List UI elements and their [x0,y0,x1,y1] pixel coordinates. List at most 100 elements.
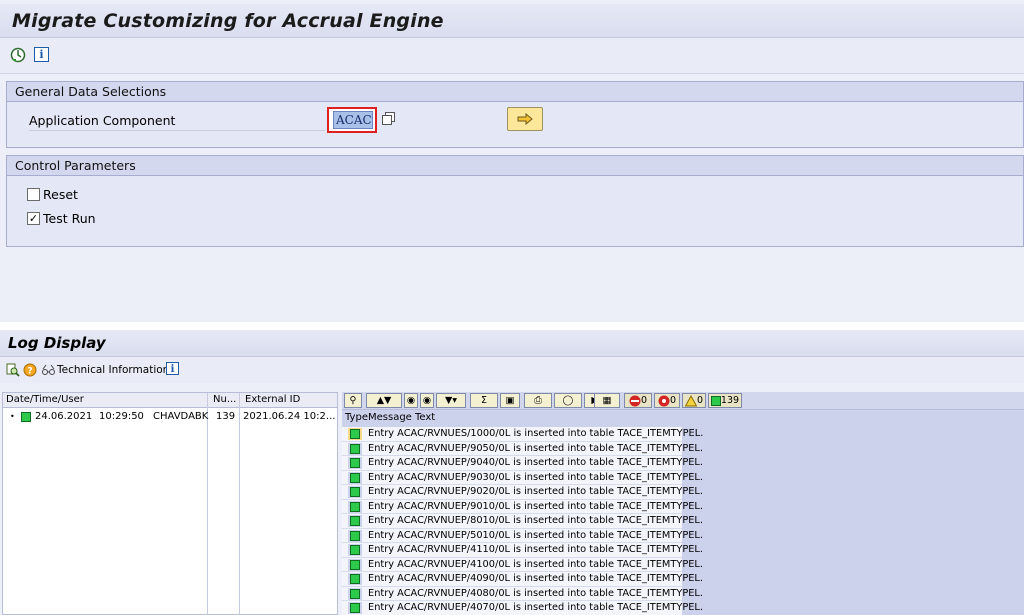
find-icon[interactable] [6,362,20,378]
message-text: Entry ACAC/RVNUEP/5010/0L is inserted in… [368,529,704,541]
success-status-icon [350,501,360,512]
message-row[interactable]: Entry ACAC/RVNUEP/4070/0L is inserted in… [342,601,703,615]
sort-ascending-descending-icon[interactable]: ▲▼ [366,393,402,408]
column-separator [239,393,240,615]
find-next-icon[interactable]: ◉ [420,393,434,408]
success-status-icon [350,458,360,468]
views-icon[interactable]: ◯ [554,393,582,408]
message-list-header: Type Message Text [342,412,1024,426]
application-component-input[interactable] [333,111,373,129]
entry-time: 10:29:50 [99,411,144,422]
message-row[interactable]: Entry ACAC/RVNUEP/4080/0L is inserted in… [342,586,703,601]
message-type-cell [348,457,362,469]
success-status-icon [350,429,360,439]
selection-screen: Migrate Customizing for Accrual Engine i… [0,0,1024,322]
success-status-icon [350,603,360,613]
general-data-selections-group: General Data Selections Application Comp… [6,81,1024,148]
info-icon[interactable]: i [166,362,179,375]
multiple-selection-arrow-button[interactable] [507,107,543,131]
filter-icon[interactable]: ▼▾ [436,393,466,408]
message-text: Entry ACAC/RVNUEP/9010/0L is inserted in… [368,500,704,512]
message-type-cell [348,500,362,513]
log-entry-row[interactable]: • 24.06.2021 10:29:50 CHAVDABK 139 2021.… [3,411,337,425]
sum-icon[interactable]: Σ [470,393,498,408]
message-row[interactable]: Entry ACAC/RVNUEP/4100/0L is inserted in… [342,557,703,572]
stop-counter-button[interactable]: 0 [624,393,652,408]
message-row[interactable]: Entry ACAC/RVNUEP/4090/0L is inserted in… [342,572,703,587]
message-row[interactable]: Entry ACAC/RVNUEP/4110/0L is inserted in… [342,543,703,558]
message-row[interactable]: Entry ACAC/RVNUEP/9010/0L is inserted in… [342,499,703,514]
message-row[interactable]: Entry ACAC/RVNUEP/8010/0L is inserted in… [342,514,703,529]
entry-external-id: 2021.06.24 10:2... [243,411,336,422]
success-status-icon [350,530,360,541]
application-component-label: Application Component [29,113,325,131]
message-row[interactable]: Entry ACAC/RVNUEP/9030/0L is inserted in… [342,470,703,485]
log-header-tree: Date/Time/User Nu... External ID • 24.06… [2,392,338,615]
message-text: Entry ACAC/RVNUEP/9050/0L is inserted in… [368,442,704,454]
success-status-icon [350,487,360,497]
column-external-id[interactable]: External ID [245,394,300,405]
message-type-cell [348,602,362,614]
error-counter-button[interactable]: 0 [654,393,680,408]
stop-icon [629,395,641,406]
log-title: Log Display [8,334,106,352]
message-row[interactable]: Entry ACAC/RVNUEP/5010/0L is inserted in… [342,528,703,543]
success-counter-button[interactable]: 139 [708,393,742,408]
message-type-cell [348,428,362,440]
application-component-field-frame [327,107,377,133]
message-row[interactable]: Entry ACAC/RVNUES/1000/0L is inserted in… [342,427,703,442]
warning-count: 0 [696,395,704,406]
print-icon[interactable]: ⎙ [524,393,552,408]
info-icon[interactable]: i [34,47,49,62]
success-status-icon [350,545,360,555]
message-row[interactable]: Entry ACAC/RVNUEP/9020/0L is inserted in… [342,485,703,500]
message-text: Entry ACAC/RVNUEP/4110/0L is inserted in… [368,544,704,555]
execute-clock-icon[interactable] [10,47,26,63]
warning-counter-button[interactable]: 0 [682,393,706,408]
subtotal-icon[interactable]: ▣ [500,393,520,408]
screen-separator [0,322,1024,330]
success-status-icon [350,516,360,526]
reset-option[interactable]: Reset [27,185,78,203]
message-row[interactable]: Entry ACAC/RVNUEP/9050/0L is inserted in… [342,441,703,456]
message-text: Entry ACAC/RVNUEP/8010/0L is inserted in… [368,515,704,526]
technical-information-button[interactable]: Technical Information [41,362,169,378]
message-text: Entry ACAC/RVNUEP/9030/0L is inserted in… [368,471,704,483]
layout-icon[interactable]: ▦ [594,393,620,408]
test-run-option[interactable]: ✓ Test Run [27,209,96,227]
success-status-icon [350,588,360,599]
message-text: Entry ACAC/RVNUEP/4080/0L is inserted in… [368,587,704,599]
success-status-icon [350,559,360,570]
success-status-icon [350,574,360,584]
column-message-text[interactable]: Message Text [368,412,435,423]
reset-checkbox[interactable] [27,187,40,201]
error-icon [658,395,670,406]
column-type[interactable]: Type [345,412,368,423]
message-type-cell [348,515,362,527]
reset-label: Reset [43,186,78,202]
message-text: Entry ACAC/RVNUEP/4100/0L is inserted in… [368,558,704,570]
column-date-time-user[interactable]: Date/Time/User [6,394,84,405]
log-title-bar: Log Display [0,330,1024,357]
test-run-checkbox[interactable]: ✓ [27,211,40,225]
help-icon[interactable]: ? [23,362,37,378]
multiple-selection-icon[interactable] [382,112,396,126]
details-icon[interactable]: ⚲ [344,393,362,408]
title-bar: Migrate Customizing for Accrual Engine [0,4,1024,38]
message-toolbar: ⚲ ▲▼ ◉ ◉ ▼▾ Σ ▣ ⎙ ◯ ▶ ▦ 0 0 0 [342,392,1024,410]
arrow-right-icon [517,113,533,125]
warning-icon [684,394,697,406]
stop-count: 0 [640,395,648,406]
control-parameters-group: Control Parameters Reset ✓ Test Run [6,155,1024,247]
message-text: Entry ACAC/RVNUEP/4070/0L is inserted in… [368,602,704,613]
message-type-cell [348,544,362,556]
success-icon [710,395,721,406]
svg-text:?: ? [27,367,32,377]
message-row[interactable]: Entry ACAC/RVNUEP/9040/0L is inserted in… [342,456,703,471]
message-type-cell [348,573,362,585]
log-display-screen: Log Display ? Technical Information i Da… [0,330,1024,615]
column-number[interactable]: Nu... [213,394,236,405]
success-count: 139 [720,395,740,406]
find-binoculars-icon[interactable]: ◉ [404,393,418,408]
message-type-cell [348,558,362,571]
